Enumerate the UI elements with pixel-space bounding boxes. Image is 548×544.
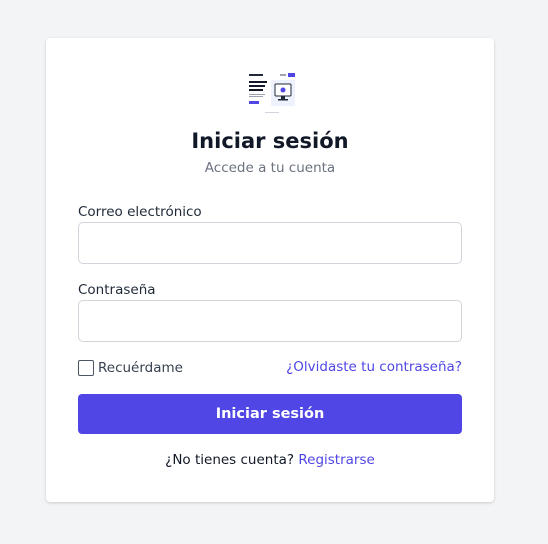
login-button[interactable]: Iniciar sesión <box>78 394 462 434</box>
login-card: Iniciar sesión Accede a tu cuenta Correo… <box>46 38 494 502</box>
email-field[interactable] <box>78 222 462 264</box>
signup-prompt-text: ¿No tienes cuenta? <box>165 452 299 468</box>
register-link[interactable]: Registrarse <box>298 452 374 468</box>
forgot-password-link[interactable]: ¿Olvidaste tu contraseña? <box>286 358 462 376</box>
remember-label: Recuérdame <box>98 360 183 376</box>
password-label: Contraseña <box>78 282 156 298</box>
signup-prompt: ¿No tienes cuenta? Registrarse <box>46 451 494 469</box>
remember-checkbox[interactable] <box>78 360 94 376</box>
remember-me[interactable]: Recuérdame <box>78 359 183 377</box>
password-field[interactable] <box>78 300 462 342</box>
page-subtitle: Accede a tu cuenta <box>204 160 336 176</box>
app-logo-icon <box>247 71 297 115</box>
page-title: Iniciar sesión <box>191 129 349 153</box>
email-label: Correo electrónico <box>78 204 202 220</box>
